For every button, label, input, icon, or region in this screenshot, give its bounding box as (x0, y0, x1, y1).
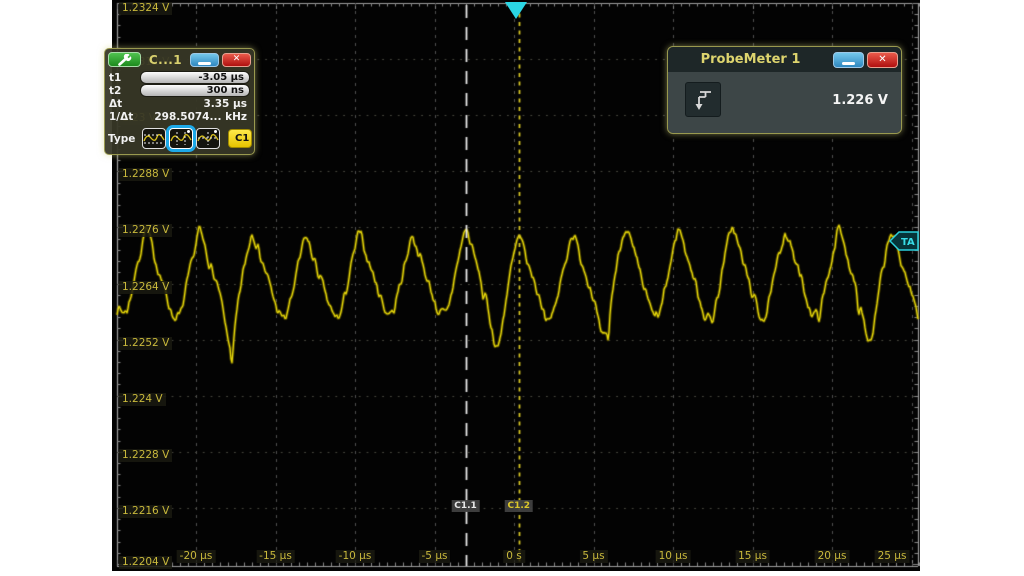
y-axis-tick-label: 1.2276 V (119, 224, 172, 237)
y-axis-tick-label: 1.2264 V (119, 281, 172, 294)
cursor-window-title: C...1 (144, 53, 187, 67)
vertical-cursors-type-icon (170, 131, 192, 146)
y-axis-tick-label: 1.2252 V (119, 337, 172, 350)
minimize-icon (842, 62, 855, 65)
probemeter-title: ProbeMeter 1 (671, 52, 830, 67)
t1-label: t1 (109, 72, 140, 84)
x-axis-tick-label: 20 µs (815, 550, 850, 563)
x-axis-tick-label: -20 µs (177, 550, 216, 563)
cursor-results-window: C...1 ✕ t1 -3.05 µs t2 300 ns Δt 3.35 µs… (104, 48, 255, 155)
trigger-tag-label: TA (901, 237, 915, 248)
x-axis-tick-label: -10 µs (336, 550, 375, 563)
probemeter-window: ProbeMeter 1 ✕ 1.226 V (667, 46, 902, 134)
cursor-type-horizontal-button[interactable] (142, 128, 166, 149)
type-label: Type (108, 133, 139, 145)
x-axis-tick-label: 0 s (503, 550, 525, 563)
y-axis-tick-label: 1.224 V (119, 393, 166, 406)
cursor1-label-badge[interactable]: C1.1 (451, 500, 480, 512)
both-cursors-type-icon (197, 131, 219, 146)
probemeter-probe-button[interactable] (685, 82, 721, 117)
t1-value-field[interactable]: -3.05 µs (140, 71, 250, 84)
minimize-icon (198, 62, 211, 65)
probemeter-body: 1.226 V (668, 72, 901, 133)
probemeter-value: 1.226 V (832, 93, 888, 108)
cursor-t2-row: t2 300 ns (109, 84, 250, 97)
t2-value-field[interactable]: 300 ns (140, 84, 250, 97)
probemeter-titlebar[interactable]: ProbeMeter 1 ✕ (668, 47, 901, 72)
cursor-window-close-button[interactable]: ✕ (222, 53, 251, 67)
y-axis-tick-label: 1.2228 V (119, 449, 172, 462)
probe-ground-icon (692, 88, 714, 112)
trigger-level-marker[interactable]: TA (889, 231, 920, 252)
wrench-icon (117, 54, 133, 66)
x-axis-tick-label: -15 µs (256, 550, 295, 563)
x-axis-tick-label: -5 µs (419, 550, 451, 563)
y-axis-tick-label: 1.2288 V (119, 168, 172, 181)
cursor-settings-button[interactable] (108, 52, 141, 67)
probemeter-close-button[interactable]: ✕ (867, 52, 898, 68)
horizontal-cursors-type-icon (143, 131, 165, 146)
cursor-type-row: Type C1 (108, 128, 251, 149)
t2-label: t2 (109, 85, 140, 97)
probemeter-minimize-button[interactable] (833, 52, 864, 68)
cursor-source-button[interactable]: C1 (228, 129, 252, 148)
y-axis-tick-label: 1.2216 V (119, 505, 172, 518)
delta-t-value: 3.35 µs (140, 98, 250, 110)
y-axis-tick-label: 1.2204 V (119, 556, 172, 569)
inverse-delta-t-label: 1/Δt (109, 111, 140, 123)
cursor2-label-badge[interactable]: C1.2 (504, 500, 533, 512)
option-dot-icon (214, 130, 217, 133)
delta-t-label: Δt (109, 98, 140, 110)
option-dot-icon (187, 130, 190, 133)
x-axis-tick-label: 5 µs (579, 550, 607, 563)
cursor-delta-t-row: Δt 3.35 µs (109, 97, 250, 110)
inverse-delta-t-value: 298.5074... kHz (140, 111, 250, 123)
x-axis-tick-label: 25 µs (875, 550, 910, 563)
cursor-inverse-delta-t-row: 1/Δt 298.5074... kHz (109, 110, 250, 123)
cursor-type-both-button[interactable] (196, 128, 220, 149)
cursor-window-minimize-button[interactable] (190, 53, 219, 67)
cursor-window-titlebar[interactable]: C...1 ✕ (108, 51, 251, 68)
cursor-t1-row: t1 -3.05 µs (109, 71, 250, 84)
close-icon: ✕ (233, 54, 241, 64)
close-icon: ✕ (878, 54, 886, 65)
y-axis-tick-label: 1.2324 V (119, 2, 172, 15)
trigger-position-marker[interactable] (505, 2, 527, 19)
x-axis-tick-label: 10 µs (656, 550, 691, 563)
x-axis-tick-label: 15 µs (735, 550, 770, 563)
cursor-type-vertical-button[interactable] (169, 128, 193, 149)
